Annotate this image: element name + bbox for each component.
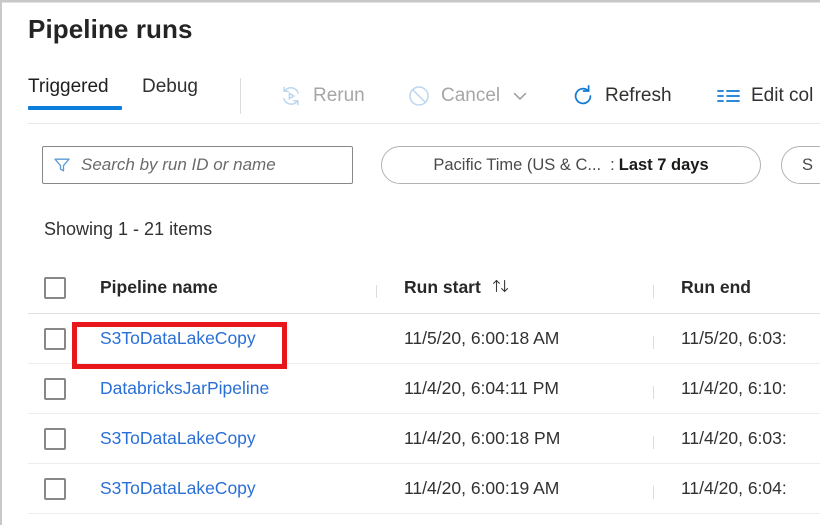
showing-count: Showing 1 - 21 items — [44, 219, 212, 240]
filter-icon — [51, 154, 73, 176]
tab-debug[interactable]: Debug — [142, 76, 198, 98]
column-header-run-start[interactable]: Run start — [376, 277, 653, 298]
command-bar-separator — [28, 123, 820, 124]
cell-pipeline-name: S3ToDataLakeCopy — [76, 328, 376, 349]
edit-columns-label: Edit col — [751, 85, 813, 107]
row-checkbox[interactable] — [44, 478, 66, 500]
chevron-down-icon[interactable] — [509, 85, 531, 107]
cell-run-start: 11/4/20, 6:00:18 PM — [376, 428, 653, 449]
run-start-value: 11/4/20, 6:00:19 AM — [404, 478, 559, 499]
row-checkbox[interactable] — [44, 428, 66, 450]
column-divider — [653, 285, 654, 298]
table-row[interactable]: DatabricksJarPipeline 11/4/20, 6:04:11 P… — [28, 364, 820, 414]
edit-columns-button[interactable]: Edit col — [716, 68, 813, 124]
column-header-run-end-label: Run end — [681, 277, 751, 297]
pipeline-runs-window: Pipeline runs Triggered Debug Reru — [0, 0, 820, 525]
pipeline-runs-table: Pipeline name Run start Run end — [28, 262, 820, 514]
pipeline-name-link[interactable]: S3ToDataLakeCopy — [100, 428, 256, 448]
toolbar-divider — [240, 78, 241, 114]
cancel-button[interactable]: Cancel — [406, 68, 531, 124]
column-divider — [653, 336, 654, 349]
column-divider — [653, 486, 654, 499]
tab-triggered-active-indicator — [28, 106, 122, 110]
run-end-value: 11/5/20, 6:03: — [681, 328, 787, 348]
refresh-button[interactable]: Refresh — [570, 68, 672, 124]
run-end-value: 11/4/20, 6:03: — [681, 428, 787, 448]
rerun-icon — [278, 83, 304, 109]
pipeline-name-link[interactable]: S3ToDataLakeCopy — [100, 328, 256, 348]
row-checkbox[interactable] — [44, 328, 66, 350]
rerun-label: Rerun — [313, 85, 365, 107]
cell-run-start: 11/4/20, 6:00:19 AM — [376, 478, 653, 499]
cell-run-end: 11/4/20, 6:03: — [653, 428, 820, 449]
cell-pipeline-name: S3ToDataLakeCopy — [76, 478, 376, 499]
column-header-pipeline-name[interactable]: Pipeline name — [76, 277, 376, 298]
refresh-icon — [570, 83, 596, 109]
edit-columns-icon — [716, 83, 742, 109]
time-range-filter-pill[interactable]: Pacific Time (US & C... : Last 7 days — [381, 146, 761, 184]
table-row[interactable]: S3ToDataLakeCopy 11/4/20, 6:00:18 PM 11/… — [28, 414, 820, 464]
row-select-cell — [28, 328, 76, 350]
table-header-row: Pipeline name Run start Run end — [28, 262, 820, 314]
status-filter-label: S — [802, 156, 813, 175]
select-all-checkbox[interactable] — [44, 277, 66, 299]
column-divider — [653, 436, 654, 449]
row-checkbox[interactable] — [44, 378, 66, 400]
cell-run-start: 11/4/20, 6:04:11 PM — [376, 378, 653, 399]
table-row[interactable]: S3ToDataLakeCopy 11/5/20, 6:00:18 AM 11/… — [28, 314, 820, 364]
cell-run-end: 11/4/20, 6:04: — [653, 478, 820, 499]
cell-pipeline-name: S3ToDataLakeCopy — [76, 428, 376, 449]
rerun-button[interactable]: Rerun — [278, 68, 365, 124]
cancel-icon — [406, 83, 432, 109]
run-start-value: 11/5/20, 6:00:18 AM — [404, 328, 559, 349]
search-input-placeholder: Search by run ID or name — [81, 155, 276, 175]
tab-triggered[interactable]: Triggered — [28, 76, 109, 98]
table-row[interactable]: S3ToDataLakeCopy 11/4/20, 6:00:19 AM 11/… — [28, 464, 820, 514]
time-range-filter-label: Pacific Time (US & C... — [433, 156, 601, 175]
command-bar: Triggered Debug Rerun — [2, 68, 820, 124]
row-select-cell — [28, 478, 76, 500]
row-select-cell — [28, 378, 76, 400]
sort-arrows-icon[interactable] — [491, 278, 511, 298]
tab-debug-label: Debug — [142, 76, 198, 97]
cell-run-start: 11/5/20, 6:00:18 AM — [376, 328, 653, 349]
run-end-value: 11/4/20, 6:04: — [681, 478, 787, 498]
run-start-value: 11/4/20, 6:04:11 PM — [404, 378, 559, 399]
cell-run-end: 11/5/20, 6:03: — [653, 328, 820, 349]
select-all-cell — [28, 277, 76, 299]
status-filter-pill[interactable]: S — [781, 146, 820, 184]
search-input[interactable]: Search by run ID or name — [42, 146, 353, 184]
pipeline-name-link[interactable]: S3ToDataLakeCopy — [100, 478, 256, 498]
column-header-run-end[interactable]: Run end — [653, 277, 820, 298]
row-select-cell — [28, 428, 76, 450]
time-range-filter-value: Last 7 days — [619, 156, 709, 175]
run-start-value: 11/4/20, 6:00:18 PM — [404, 428, 560, 449]
time-range-filter-separator: : — [601, 156, 619, 175]
pipeline-name-link[interactable]: DatabricksJarPipeline — [100, 378, 269, 398]
cell-run-end: 11/4/20, 6:10: — [653, 378, 820, 399]
tab-triggered-label: Triggered — [28, 76, 109, 97]
run-end-value: 11/4/20, 6:10: — [681, 378, 787, 398]
column-header-run-start-label: Run start — [404, 277, 481, 298]
cancel-label: Cancel — [441, 85, 500, 107]
cell-pipeline-name: DatabricksJarPipeline — [76, 378, 376, 399]
page-title: Pipeline runs — [28, 14, 193, 45]
column-divider — [376, 285, 377, 298]
column-divider — [653, 386, 654, 399]
column-header-pipeline-name-label: Pipeline name — [100, 277, 218, 297]
refresh-label: Refresh — [605, 85, 672, 107]
